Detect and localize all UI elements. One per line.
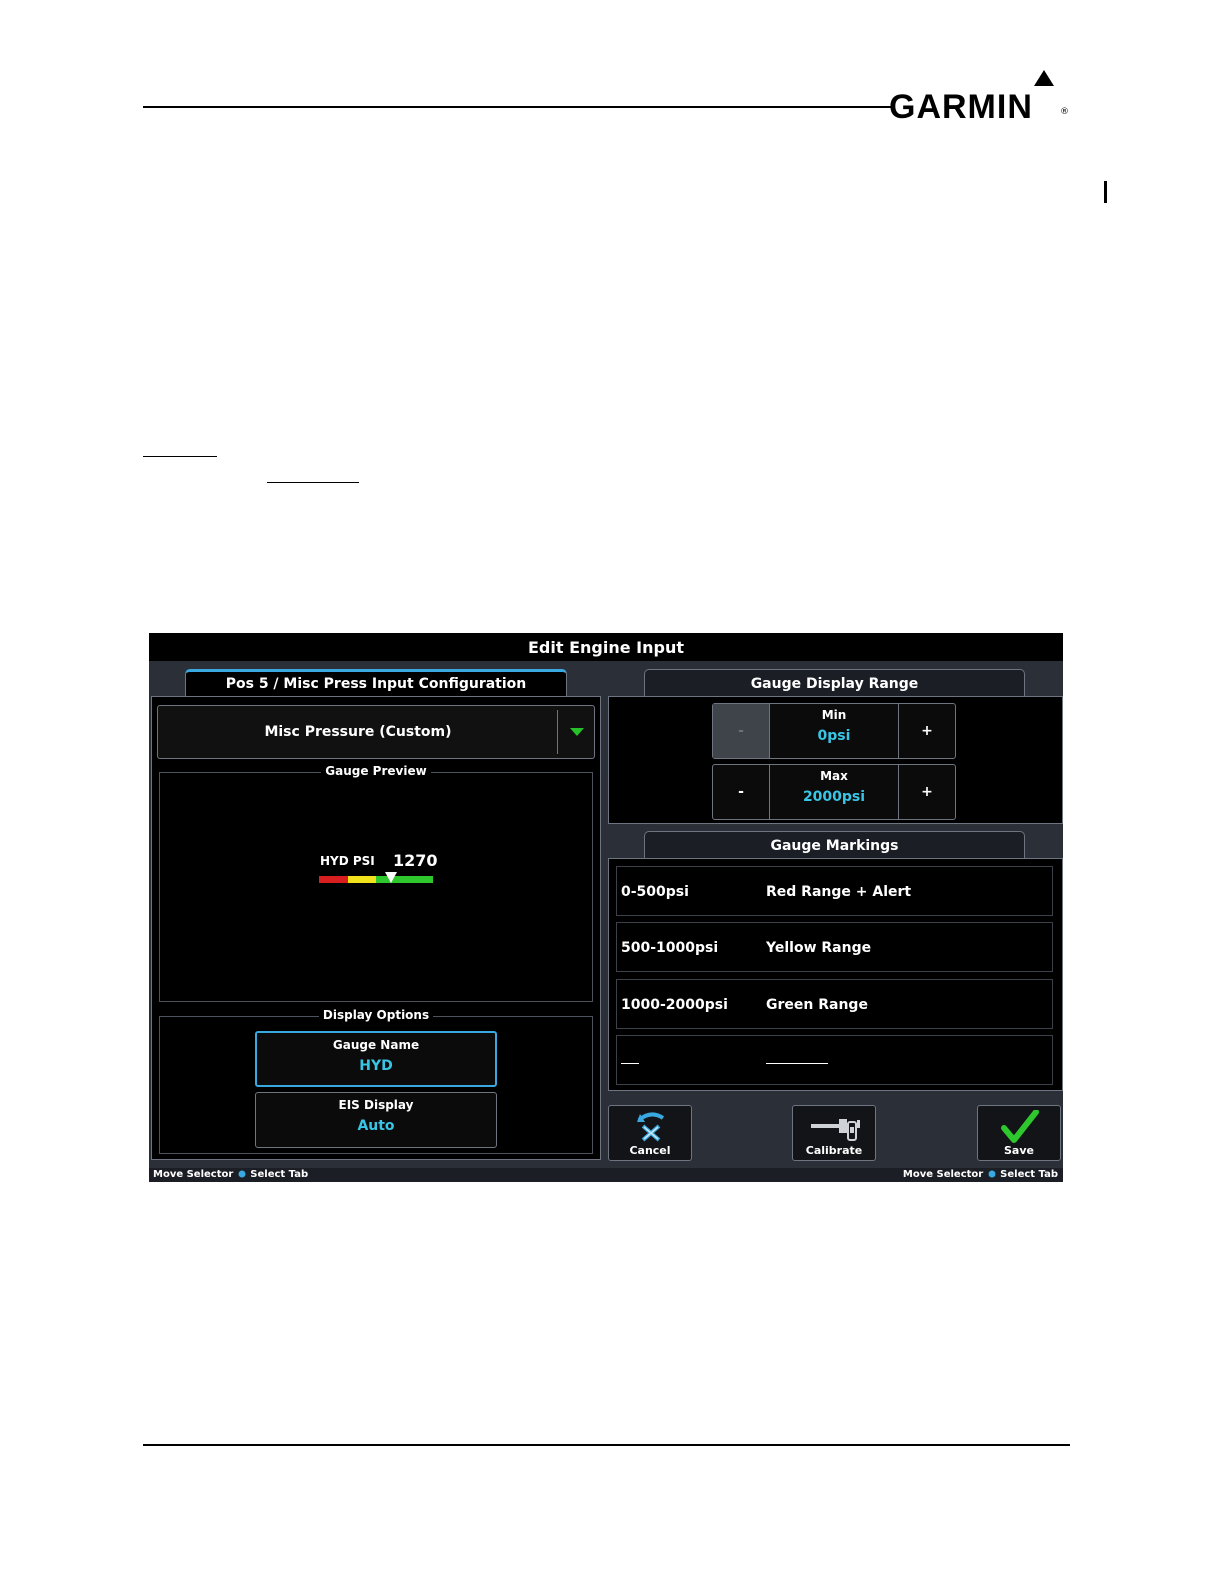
max-range-stepper: - Max 2000psi + (712, 764, 956, 820)
calibrate-button[interactable]: Calibrate (792, 1105, 876, 1161)
eis-display-button-value: Auto (357, 1118, 395, 1134)
min-decrement-button[interactable]: - (713, 704, 770, 758)
registered-mark: ® (1060, 107, 1069, 117)
status-hint-left: Move Selector Select Tab (153, 1168, 308, 1182)
revision-change-bar (1104, 181, 1107, 203)
checkmark-icon (1001, 1110, 1039, 1143)
marking-row[interactable]: 500-1000psi Yellow Range (616, 922, 1053, 972)
save-label: Save (1004, 1144, 1034, 1157)
marking-color: Yellow Range (766, 940, 872, 956)
max-label: Max (820, 769, 848, 783)
move-selector-hint: Move Selector (902, 1169, 984, 1180)
gauge-red-segment (333, 876, 348, 883)
empty-range-dash (621, 1063, 639, 1064)
gauge-preview-title: Gauge Preview (160, 764, 592, 778)
save-button[interactable]: Save (977, 1105, 1061, 1161)
max-value: 2000psi (802, 789, 866, 805)
min-value: 0psi (817, 728, 851, 744)
gauge-readout: 1270 (393, 851, 438, 870)
eis-display-button[interactable]: EIS Display Auto (255, 1092, 497, 1148)
calibrate-label: Calibrate (805, 1144, 863, 1157)
garmin-logo: GARMIN ® (889, 70, 1074, 126)
gauge-name-button[interactable]: Gauge Name HYD (255, 1031, 497, 1087)
min-increment-button[interactable]: + (898, 704, 955, 758)
tab-gauge-display-range[interactable]: Gauge Display Range (644, 669, 1025, 696)
calibrate-icon (811, 1119, 860, 1141)
gauge-pointer-icon (385, 872, 398, 883)
underline-1 (143, 456, 217, 457)
empty-color-dash (766, 1063, 828, 1064)
move-selector-hint: Move Selector (153, 1169, 234, 1180)
tab-gauge-markings[interactable]: Gauge Markings (644, 831, 1025, 858)
select-tab-hint: Select Tab (1000, 1169, 1058, 1180)
tab-input-configuration[interactable]: Pos 5 / Misc Press Input Configuration (185, 669, 567, 696)
cancel-label: Cancel (629, 1144, 671, 1157)
input-type-label: Misc Pressure (Custom) (264, 724, 452, 740)
gauge-preview-group: Gauge Preview (159, 764, 593, 1002)
status-bar: Move Selector Select Tab Move Selector S… (149, 1168, 1063, 1182)
min-value-display: Min 0psi (770, 704, 898, 758)
gauge-color-bar (319, 876, 433, 883)
knob-icon (988, 1170, 996, 1178)
knob-icon (238, 1170, 246, 1178)
gauge-red-segment (319, 876, 334, 883)
min-range-stepper: - Min 0psi + (712, 703, 956, 759)
cancel-button[interactable]: Cancel (608, 1105, 692, 1161)
marking-color: Green Range (766, 997, 868, 1013)
display-options-title: Display Options (160, 1008, 592, 1022)
gauge-name-button-label: Gauge Name (332, 1038, 420, 1052)
marking-range: 0-500psi (621, 884, 689, 900)
chevron-down-icon[interactable] (570, 728, 584, 736)
select-tab-hint: Select Tab (250, 1169, 309, 1180)
max-increment-button[interactable]: + (898, 765, 955, 819)
input-type-dropdown[interactable]: Misc Pressure (Custom) (157, 705, 595, 759)
garmin-logo-text: GARMIN (889, 88, 1033, 126)
gauge-name-button-value: HYD (359, 1058, 393, 1074)
marking-color: Red Range + Alert (766, 884, 912, 900)
gauge-name-label: HYD PSI (320, 854, 375, 868)
marking-row[interactable]: 1000-2000psi Green Range (616, 979, 1053, 1029)
marking-row[interactable]: 0-500psi Red Range + Alert (616, 866, 1053, 916)
header-rule (143, 106, 891, 108)
cancel-icon (637, 1112, 665, 1142)
screen-title: Edit Engine Input (149, 633, 1063, 661)
garmin-triangle-icon (1034, 70, 1054, 86)
marking-range: 500-1000psi (621, 940, 719, 956)
gauge-yellow-segment (347, 876, 376, 883)
marking-row-empty[interactable] (616, 1035, 1053, 1085)
max-value-display: Max 2000psi (770, 765, 898, 819)
marking-range: 1000-2000psi (621, 997, 728, 1013)
status-hint-right: Move Selector Select Tab (903, 1168, 1058, 1182)
edit-engine-input-screen: Edit Engine Input Pos 5 / Misc Press Inp… (149, 633, 1063, 1182)
footer-rule (143, 1444, 1070, 1446)
min-label: Min (821, 708, 847, 722)
eis-display-button-label: EIS Display (338, 1098, 414, 1112)
underline-2 (267, 482, 359, 483)
max-decrement-button[interactable]: - (713, 765, 770, 819)
dropdown-divider (557, 710, 558, 754)
